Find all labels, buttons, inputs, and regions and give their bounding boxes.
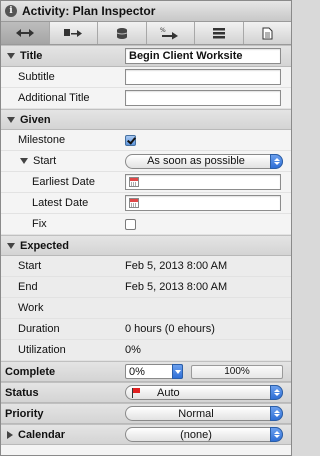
chart-tool-button[interactable] [50,22,98,44]
work-row: Work [1,298,291,319]
start-constraint-value: As soon as possible [147,155,245,167]
expected-end-label: End [18,281,38,293]
duration-value: 0 hours (0 ehours) [125,323,215,335]
flag-icon [130,387,141,398]
fix-checkbox[interactable] [125,218,136,230]
earliest-date-label: Earliest Date [32,176,95,188]
utilization-value: 0% [125,344,141,356]
milestone-checkbox[interactable] [125,134,136,146]
earliest-date-row: Earliest Date [1,172,291,193]
additional-title-row: Additional Title [1,88,291,109]
work-label: Work [18,302,44,314]
calendar-row[interactable]: Calendar (none) [1,424,291,445]
activity-tool-button[interactable]: % [147,22,195,44]
utilization-row: Utilization 0% [1,340,291,361]
status-value: Auto [157,386,180,399]
calendar-label: Calendar [18,428,66,441]
disclosure-down-icon[interactable] [7,116,15,123]
disclosure-down-icon[interactable] [20,158,28,164]
inspector-toolbar: % [1,22,291,45]
fix-row: Fix [1,214,291,235]
svg-text:%: % [160,27,166,34]
status-popup[interactable]: Auto [125,385,283,400]
additional-title-input[interactable] [125,90,281,106]
expected-end-row: End Feb 5, 2013 8:00 AM [1,277,291,298]
utilization-label: Utilization [18,344,66,356]
title-header-label: Title [20,50,43,62]
window-title: Activity: Plan Inspector [22,4,156,18]
window-titlebar[interactable]: i Activity: Plan Inspector [1,1,291,22]
start-constraint-popup[interactable]: As soon as possible [125,153,283,169]
inspector-window: i Activity: Plan Inspector % Title Begin… [0,0,292,456]
additional-title-label: Additional Title [18,92,90,104]
milestone-row: Milestone [1,130,291,151]
expected-start-value: Feb 5, 2013 8:00 AM [125,260,228,272]
complete-popup[interactable]: 0% [125,364,183,379]
info-icon[interactable]: i [5,5,17,17]
priority-value: Normal [178,407,214,420]
disclosure-down-icon[interactable] [7,53,15,59]
database-tool-icon [116,27,127,39]
note-tool-icon [262,27,273,39]
status-row: Status Auto [1,382,291,403]
dropdown-arrow-icon [172,364,183,379]
given-section-header[interactable]: Given [1,109,291,130]
latest-date-label: Latest Date [32,197,89,209]
expected-end-value: Feb 5, 2013 8:00 AM [125,281,228,293]
complete-value: 0% [129,365,145,378]
database-tool-button[interactable] [98,22,147,44]
status-label: Status [5,386,39,399]
subtitle-row: Subtitle [1,67,291,88]
calendar-icon[interactable] [129,177,139,187]
expected-header-label: Expected [20,239,69,252]
list-tool-button[interactable] [195,22,244,44]
start-label: Start [33,155,57,167]
title-input[interactable]: Begin Client Worksite [125,48,281,64]
complete-label: Complete [5,365,56,378]
subtitle-label: Subtitle [18,71,55,83]
complete-progress-button[interactable]: 100% [191,364,283,379]
expected-start-row: Start Feb 5, 2013 8:00 AM [1,256,291,277]
note-tool-button[interactable] [244,22,292,44]
dependency-tool-button[interactable] [1,22,50,44]
given-header-label: Given [20,113,51,126]
expected-start-label: Start [18,260,42,272]
expected-section-header[interactable]: Expected [1,235,291,256]
priority-label: Priority [5,407,44,420]
complete-row: Complete 0% 100% [1,361,291,382]
priority-row: Priority Normal [1,403,291,424]
milestone-label: Milestone [18,134,66,146]
calendar-icon[interactable] [129,198,139,208]
calendar-value: (none) [180,428,212,441]
dependency-tool-icon [15,29,34,37]
popup-arrows-icon [270,153,283,169]
fix-label: Fix [32,218,47,230]
latest-date-input[interactable] [125,195,281,211]
latest-date-row: Latest Date [1,193,291,214]
duration-label: Duration [18,323,60,335]
priority-popup[interactable]: Normal [125,406,283,421]
calendar-popup[interactable]: (none) [125,427,283,442]
disclosure-right-icon[interactable] [7,430,13,439]
duration-row: Duration 0 hours (0 ehours) [1,319,291,340]
activity-tool-icon: % [160,27,179,40]
list-tool-icon [212,28,225,39]
earliest-date-input[interactable] [125,174,281,190]
disclosure-down-icon[interactable] [7,242,15,249]
chart-tool-icon [64,29,83,37]
subtitle-input[interactable] [125,69,281,85]
title-section-header[interactable]: Title Begin Client Worksite [1,45,291,67]
start-row: Start As soon as possible [1,151,291,172]
